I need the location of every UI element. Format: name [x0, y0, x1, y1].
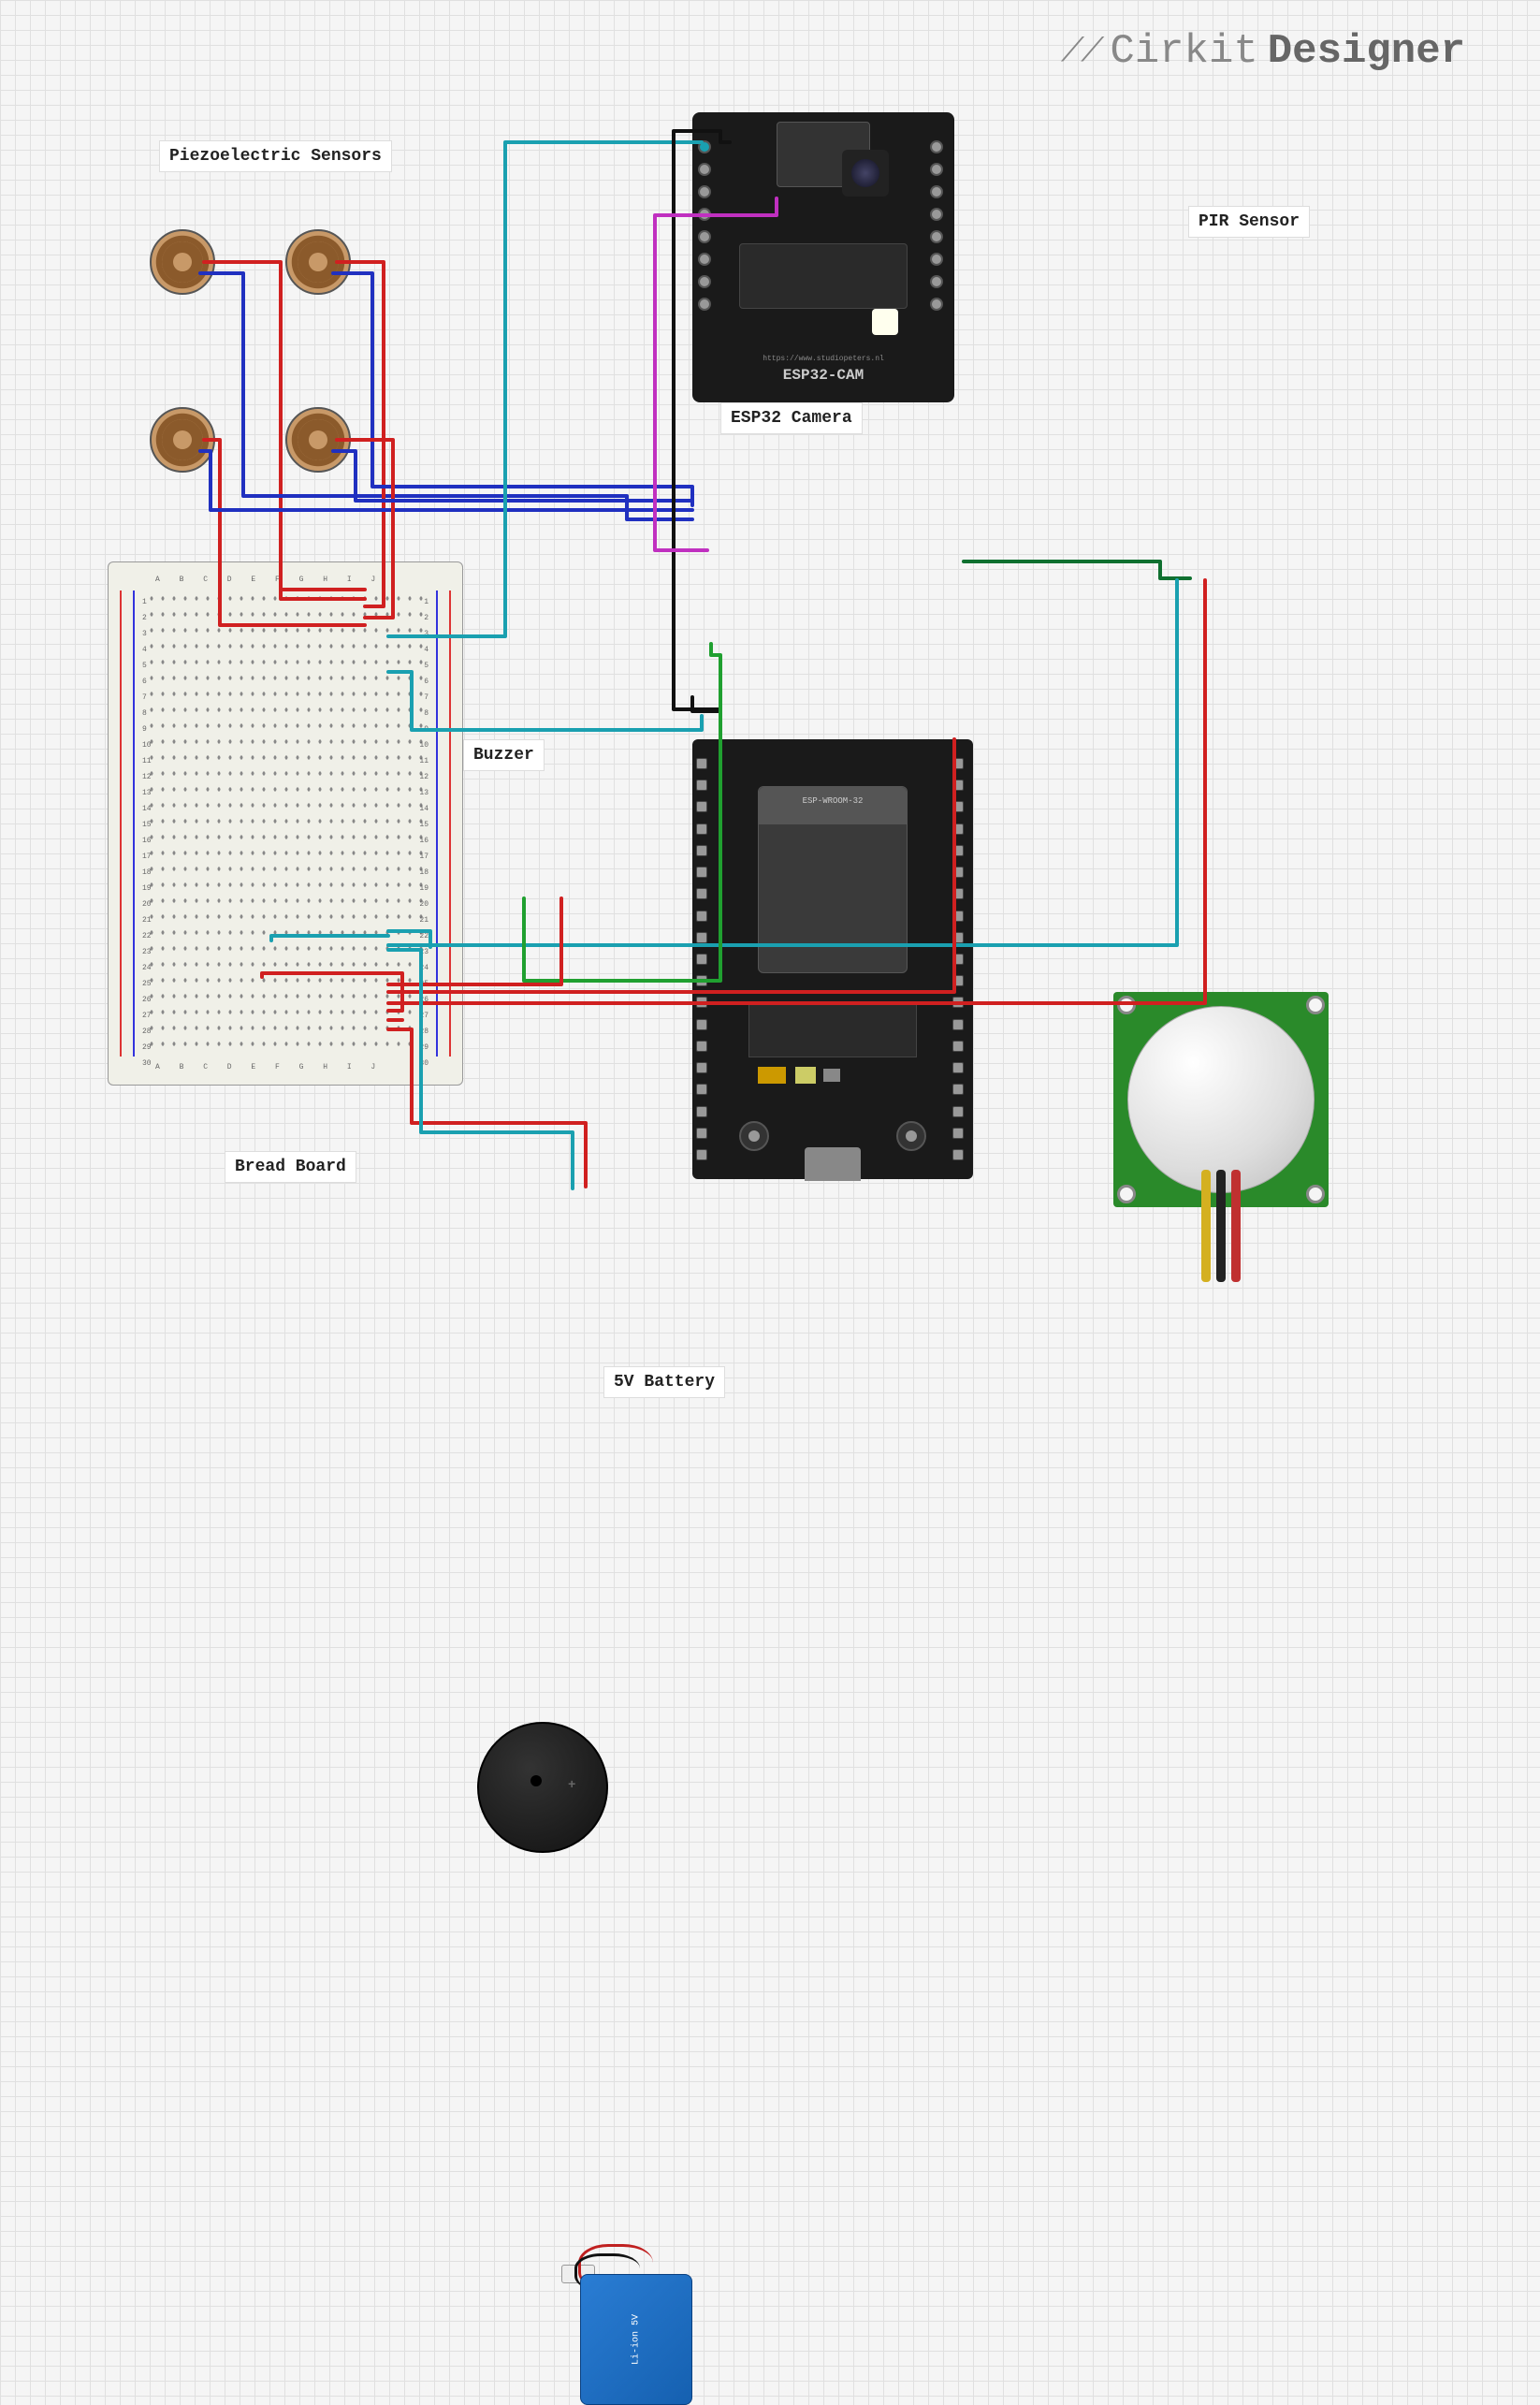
- esp32-devkit-v1[interactable]: ESP-WROOM-32: [692, 739, 973, 1179]
- battery-cell: [580, 2274, 692, 2405]
- cam-pins-right: [930, 140, 949, 311]
- wire-piezo3-blue[interactable]: [200, 451, 692, 510]
- label-esp32cam: ESP32 Camera: [720, 402, 863, 434]
- camera-lens: [842, 150, 889, 197]
- logo-text-light: Cirkit: [1110, 28, 1257, 75]
- usb-uart-chip: [748, 1001, 917, 1057]
- buzzer-polarity-icon: +: [568, 1778, 575, 1793]
- cam-silkscreen: ESP32-CAM: [692, 367, 954, 384]
- piezo-sensor-3[interactable]: [150, 407, 215, 473]
- shield-text: ESP-WROOM-32: [759, 796, 907, 806]
- cam-pins-left: [698, 140, 717, 311]
- label-piezo: Piezoelectric Sensors: [159, 140, 392, 172]
- wire-buzzer-sig-green[interactable]: [524, 644, 720, 981]
- pir-fresnel-dome: [1127, 1006, 1315, 1193]
- wire-piezo2-blue[interactable]: [333, 273, 692, 505]
- piezo-sensor-2[interactable]: [285, 229, 351, 295]
- piezo-sensor-1[interactable]: [150, 229, 215, 295]
- label-battery: 5V Battery: [603, 1366, 725, 1398]
- wire-piezo1-blue[interactable]: [200, 273, 692, 519]
- wire-dev-d2-green-pir[interactable]: [964, 561, 1190, 578]
- pir-sensor[interactable]: [1113, 992, 1329, 1207]
- logo-icon: ⟋⟋: [1061, 33, 1100, 71]
- app-logo: ⟋⟋ Cirkit Designer: [1061, 28, 1465, 75]
- battery-5v[interactable]: [561, 2237, 702, 2405]
- breadboard-rownums-right: 1234567891011121314151617181920212223242…: [419, 594, 429, 1071]
- wire-dev-gnd-black[interactable]: [692, 697, 720, 711]
- pir-leads: [1201, 1170, 1241, 1282]
- esp32-cam-module[interactable]: https://www.studiopeters.nl ESP32-CAM: [692, 112, 954, 402]
- cam-url: https://www.studiopeters.nl: [692, 355, 954, 363]
- label-buzzer: Buzzer: [463, 739, 545, 771]
- buzzer[interactable]: +: [477, 1722, 608, 1853]
- flash-led: [872, 309, 898, 335]
- breadboard-holes: [146, 590, 425, 1057]
- micro-usb-port: [805, 1147, 861, 1181]
- breadboard[interactable]: A B C D E F G H I J A B C D E F G H I J …: [108, 561, 463, 1086]
- boot-button[interactable]: [896, 1121, 926, 1151]
- en-button[interactable]: [739, 1121, 769, 1151]
- breadboard-cols-top: A B C D E F G H I J: [155, 576, 415, 584]
- breadboard-cols-bot: A B C D E F G H I J: [155, 1063, 415, 1071]
- wire-piezo4-blue[interactable]: [333, 451, 692, 501]
- piezo-sensor-4[interactable]: [285, 407, 351, 473]
- label-pir: PIR Sensor: [1188, 206, 1310, 238]
- breadboard-rownums-left: 1234567891011121314151617181920212223242…: [142, 594, 152, 1071]
- devkit-pins-right: [952, 758, 969, 1160]
- label-breadboard: Bread Board: [225, 1151, 356, 1183]
- devkit-pins-left: [696, 758, 713, 1160]
- logo-text-bold: Designer: [1268, 28, 1465, 75]
- wroom-shield: ESP-WROOM-32: [758, 786, 908, 973]
- ribbon-connector: [739, 243, 908, 309]
